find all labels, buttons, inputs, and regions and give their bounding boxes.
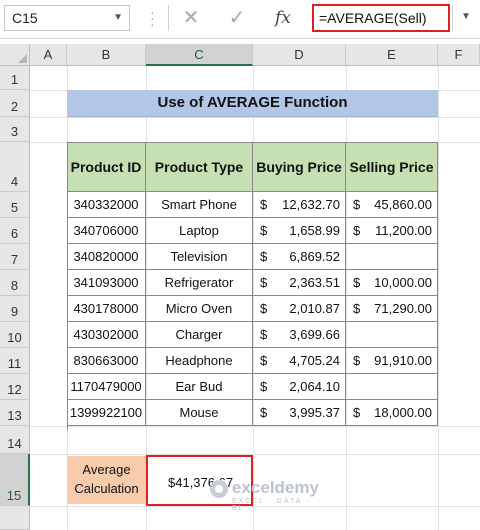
select-all-button[interactable] (0, 44, 30, 66)
table-cell-buy[interactable]: $12,632.70 (253, 192, 346, 218)
expand-formula-bar[interactable]: ▼ (452, 5, 479, 31)
formula-input[interactable]: =AVERAGE(Sell) (312, 4, 450, 32)
table-cell-sell[interactable]: $71,290.00 (346, 296, 438, 322)
row-header-10[interactable]: 10 (0, 322, 30, 348)
table-cell-type[interactable]: Ear Bud (146, 374, 253, 400)
table-cell-buy[interactable]: $1,658.99 (253, 218, 346, 244)
average-label[interactable]: Average Calculation (67, 456, 146, 504)
name-box[interactable]: C15 ▼ (4, 5, 130, 31)
column-header-b[interactable]: B (67, 44, 146, 66)
row-header-11[interactable]: 11 (0, 348, 30, 374)
table-cell-type[interactable]: Charger (146, 322, 253, 348)
table-cell-buy[interactable]: $2,363.51 (253, 270, 346, 296)
header-selling-price[interactable]: Selling Price (346, 142, 438, 192)
table-cell-sell[interactable] (346, 374, 438, 400)
table-cell-type[interactable]: Headphone (146, 348, 253, 374)
table-cell-sell[interactable]: $18,000.00 (346, 400, 438, 426)
table-cell-id[interactable]: 340332000 (67, 192, 146, 218)
table-cell-type[interactable]: Television (146, 244, 253, 270)
sheet-title[interactable]: Use of AVERAGE Function (67, 90, 438, 117)
row-header-15[interactable]: 15 (0, 454, 30, 506)
table-cell-type[interactable]: Refrigerator (146, 270, 253, 296)
table-cell-id[interactable]: 1170479000 (67, 374, 146, 400)
table-cell-id[interactable]: 430178000 (67, 296, 146, 322)
insert-function-icon[interactable]: fx (270, 5, 296, 31)
header-product-id[interactable]: Product ID (67, 142, 146, 192)
column-header-a[interactable]: A (30, 44, 67, 66)
table-cell-type[interactable]: Mouse (146, 400, 253, 426)
gridline (30, 454, 480, 455)
gridline (30, 117, 480, 118)
watermark-tagline: EXCEL · DATA · BI (232, 498, 311, 512)
row-header-16[interactable] (0, 506, 30, 530)
table-cell-buy[interactable]: $6,869.52 (253, 244, 346, 270)
table-cell-sell[interactable]: $10,000.00 (346, 270, 438, 296)
average-label-line2: Calculation (74, 481, 139, 496)
table-cell-id[interactable]: 430302000 (67, 322, 146, 348)
formula-bar: C15 ▼ · · · ✕ ✓ fx =AVERAGE(Sell) ▼ (0, 0, 480, 39)
table-cell-id[interactable]: 341093000 (67, 270, 146, 296)
gridline (30, 426, 480, 427)
row-header-14[interactable]: 14 (0, 426, 30, 454)
exceldemy-logo-icon (210, 480, 228, 498)
gridline (438, 66, 439, 530)
column-header-f[interactable]: F (438, 44, 480, 66)
table-cell-type[interactable]: Laptop (146, 218, 253, 244)
header-product-type[interactable]: Product Type (146, 142, 253, 192)
divider (168, 5, 169, 31)
row-header-6[interactable]: 6 (0, 218, 30, 244)
table-cell-sell[interactable]: $45,860.00 (346, 192, 438, 218)
table-cell-buy[interactable]: $4,705.24 (253, 348, 346, 374)
table-cell-sell[interactable] (346, 322, 438, 348)
column-header-e[interactable]: E (346, 44, 438, 66)
row-header-4[interactable]: 4 (0, 142, 30, 192)
column-header-c[interactable]: C (146, 44, 253, 66)
cancel-icon[interactable]: ✕ (178, 5, 204, 31)
chevron-down-icon[interactable]: ▼ (113, 12, 123, 23)
row-header-7[interactable]: 7 (0, 244, 30, 270)
row-header-12[interactable]: 12 (0, 374, 30, 400)
table-cell-buy[interactable]: $3,995.37 (253, 400, 346, 426)
table-cell-sell[interactable]: $91,910.00 (346, 348, 438, 374)
table-cell-id[interactable]: 830663000 (67, 348, 146, 374)
average-label-line1: Average (82, 462, 131, 477)
table-cell-buy[interactable]: $3,699.66 (253, 322, 346, 348)
enter-icon[interactable]: ✓ (224, 5, 250, 31)
worksheet-grid[interactable]: A B C D E F 1 2 3 4 5 6 7 8 9 10 11 12 1… (0, 44, 480, 530)
header-buying-price[interactable]: Buying Price (253, 142, 346, 192)
table-cell-id[interactable]: 340820000 (67, 244, 146, 270)
chevron-down-icon: ▼ (461, 11, 471, 22)
table-cell-type[interactable]: Smart Phone (146, 192, 253, 218)
table-cell-buy[interactable]: $2,064.10 (253, 374, 346, 400)
row-header-2[interactable]: 2 (0, 90, 30, 117)
table-cell-id[interactable]: 1399922100 (67, 400, 146, 426)
table-cell-id[interactable]: 340706000 (67, 218, 146, 244)
table-cell-buy[interactable]: $2,010.87 (253, 296, 346, 322)
row-header-13[interactable]: 13 (0, 400, 30, 426)
column-header-d[interactable]: D (253, 44, 346, 66)
formula-text: =AVERAGE(Sell) (319, 10, 427, 26)
row-header-1[interactable]: 1 (0, 66, 30, 90)
more-options-icon[interactable]: · · · (150, 5, 155, 31)
row-header-8[interactable]: 8 (0, 270, 30, 296)
watermark-name: exceldemy (232, 478, 319, 497)
row-header-9[interactable]: 9 (0, 296, 30, 322)
row-header-5[interactable]: 5 (0, 192, 30, 218)
name-box-value: C15 (12, 10, 38, 26)
row-header-3[interactable]: 3 (0, 117, 30, 142)
watermark: exceldemy EXCEL · DATA · BI (210, 476, 322, 512)
table-cell-type[interactable]: Micro Oven (146, 296, 253, 322)
table-cell-sell[interactable]: $11,200.00 (346, 218, 438, 244)
table-cell-sell[interactable] (346, 244, 438, 270)
